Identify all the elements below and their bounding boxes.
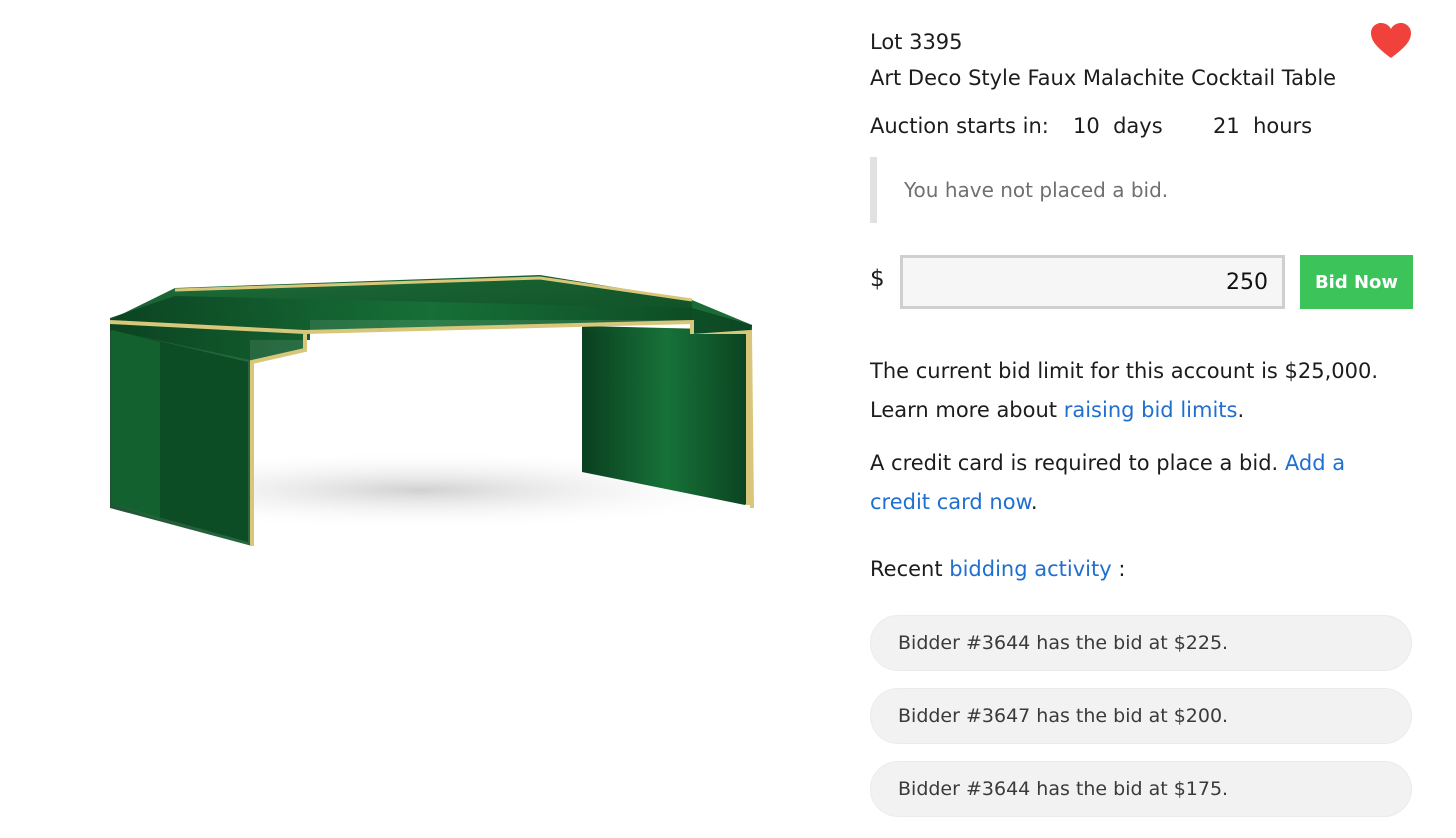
lot-number: Lot 3395 bbox=[870, 30, 963, 54]
countdown-label: Auction starts in: bbox=[870, 114, 1049, 138]
bid-limit-info: The current bid limit for this account i… bbox=[870, 352, 1430, 430]
learn-more-suffix: . bbox=[1237, 398, 1245, 422]
activity-item: Bidder #3644 has the bid at $225. bbox=[870, 615, 1412, 671]
recent-suffix: : bbox=[1111, 557, 1126, 581]
raising-bid-limits-link[interactable]: raising bid limits bbox=[1064, 398, 1238, 422]
credit-card-text: A credit card is required to place a bid… bbox=[870, 451, 1285, 475]
auction-countdown: Auction starts in: 10 days 21 hours bbox=[870, 114, 1312, 138]
learn-more-text: Learn more about bbox=[870, 398, 1064, 422]
bidding-activity-link[interactable]: bidding activity bbox=[949, 557, 1111, 581]
recent-activity-heading: Recent bidding activity : bbox=[870, 550, 1430, 589]
countdown-days: 10 days bbox=[1073, 114, 1163, 138]
activity-item: Bidder #3644 has the bid at $175. bbox=[870, 761, 1412, 817]
heart-icon[interactable] bbox=[1370, 22, 1412, 60]
activity-item: Bidder #3647 has the bid at $200. bbox=[870, 688, 1412, 744]
lot-title: Art Deco Style Faux Malachite Cocktail T… bbox=[870, 66, 1337, 90]
recent-prefix: Recent bbox=[870, 557, 950, 581]
credit-card-info: A credit card is required to place a bid… bbox=[870, 444, 1410, 522]
malachite-table-image bbox=[60, 275, 780, 546]
bid-limit-text: The current bid limit for this account i… bbox=[870, 359, 1379, 383]
bid-now-button[interactable]: Bid Now bbox=[1300, 255, 1413, 309]
currency-symbol: $ bbox=[870, 266, 885, 292]
product-image[interactable] bbox=[0, 0, 830, 838]
bid-amount-input[interactable] bbox=[900, 255, 1285, 309]
credit-card-suffix: . bbox=[1030, 490, 1038, 514]
bid-status-notice: You have not placed a bid. bbox=[870, 157, 1370, 223]
countdown-hours: 21 hours bbox=[1213, 114, 1313, 138]
